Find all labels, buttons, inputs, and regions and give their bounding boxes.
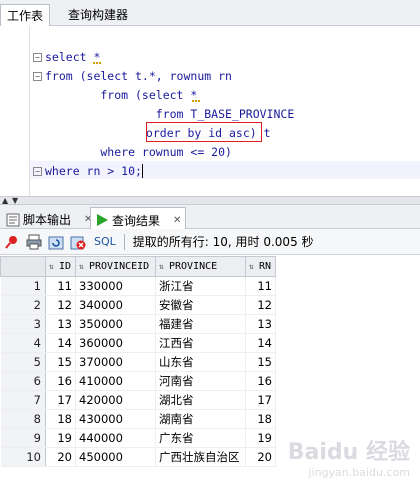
table-row[interactable]: 3 13 350000 福建省 13 <box>0 314 276 334</box>
sort-icon: ⇅ <box>79 262 84 271</box>
output-tabbar: 脚本输出 ✕ 查询结果 ✕ <box>0 205 420 229</box>
column-header-province[interactable]: ⇅ PROVINCE <box>155 256 246 277</box>
warning-squiggle <box>93 61 101 64</box>
table-row[interactable]: 10 20 450000 广西壮族自治区 20 <box>0 447 276 467</box>
table-row[interactable]: 5 15 370000 山东省 15 <box>0 352 276 372</box>
text-caret <box>142 164 143 178</box>
sql-editor[interactable]: − − − select * from (select t.*, rownum … <box>0 26 420 196</box>
sql-button[interactable]: SQL <box>94 235 116 248</box>
code-line: from T_BASE_PROVINCE <box>45 107 295 121</box>
result-toolbar: SQL 提取的所有行: 10, 用时 0.005 秒 <box>0 229 420 255</box>
fold-toggle-icon[interactable]: − <box>33 72 42 81</box>
run-icon <box>97 214 108 226</box>
tab-worksheet[interactable]: 工作表 <box>0 4 51 26</box>
column-header-id[interactable]: ⇅ ID <box>45 256 76 277</box>
pin-icon[interactable] <box>4 234 20 250</box>
table-row[interactable]: 8 18 430000 湖南省 18 <box>0 409 276 429</box>
code-line: from (select t.*, rownum rn <box>45 69 232 83</box>
tab-query-result[interactable]: 查询结果 ✕ <box>90 207 187 229</box>
print-icon[interactable] <box>26 234 42 250</box>
watermark: Baidu 经验 jingyan.baidu.com <box>287 440 410 479</box>
table-row[interactable]: 9 19 440000 广东省 19 <box>0 428 276 448</box>
highlight-box <box>146 122 262 142</box>
table-header-row: ⇅ ID ⇅ PROVINCEID ⇅ PROVINCE ⇅ RN <box>0 256 276 277</box>
collapse-down-icon[interactable]: ▼ <box>12 196 18 205</box>
collapse-up-icon[interactable]: ▲ <box>2 196 8 205</box>
tab-query-builder[interactable]: 查询构建器 <box>62 4 134 26</box>
table-row[interactable]: 2 12 340000 安徽省 12 <box>0 295 276 315</box>
result-table: ⇅ ID ⇅ PROVINCEID ⇅ PROVINCE ⇅ RN 1 11 330000 浙… <box>0 256 276 467</box>
cancel-query-icon[interactable] <box>70 234 86 250</box>
pane-splitter[interactable]: ▲ ▼ <box>0 196 420 205</box>
worksheet-tabbar: 工作表 查询构建器 <box>0 0 420 26</box>
code-line: from (select * <box>45 88 198 102</box>
toolbar-separator <box>123 233 125 250</box>
table-row[interactable]: 7 17 420000 湖北省 17 <box>0 390 276 410</box>
sort-icon: ⇅ <box>49 262 54 271</box>
result-grid[interactable]: ⇅ ID ⇅ PROVINCEID ⇅ PROVINCE ⇅ RN 1 11 330000 浙… <box>0 256 420 489</box>
tab-script-output[interactable]: 脚本输出 ✕ <box>2 207 96 229</box>
script-output-icon <box>6 213 20 226</box>
fold-toggle-icon[interactable]: − <box>33 167 42 176</box>
sort-icon: ⇅ <box>159 262 164 271</box>
close-icon[interactable]: ✕ <box>173 215 181 226</box>
warning-squiggle <box>192 99 200 102</box>
fetch-status: 提取的所有行: 10, 用时 0.005 秒 <box>132 235 314 249</box>
column-header-provinceid[interactable]: ⇅ PROVINCEID <box>75 256 156 277</box>
code-line: where rownum <= 20) <box>45 145 232 159</box>
column-header-rn[interactable]: ⇅ RN <box>245 256 276 277</box>
refresh-icon[interactable] <box>48 234 64 250</box>
sort-icon: ⇅ <box>249 262 254 271</box>
row-number-header <box>0 256 46 277</box>
table-row[interactable]: 1 11 330000 浙江省 11 <box>0 276 276 296</box>
tab-query-result-label: 查询结果 <box>112 213 161 228</box>
table-row[interactable]: 4 14 360000 江西省 14 <box>0 333 276 353</box>
table-row[interactable]: 6 16 410000 河南省 16 <box>0 371 276 391</box>
tab-script-output-label: 脚本输出 <box>23 213 72 227</box>
code-line: where rn > 10; <box>45 164 142 178</box>
sql-code[interactable]: − − − select * from (select t.*, rownum … <box>0 26 420 196</box>
fold-toggle-icon[interactable]: − <box>33 53 42 62</box>
